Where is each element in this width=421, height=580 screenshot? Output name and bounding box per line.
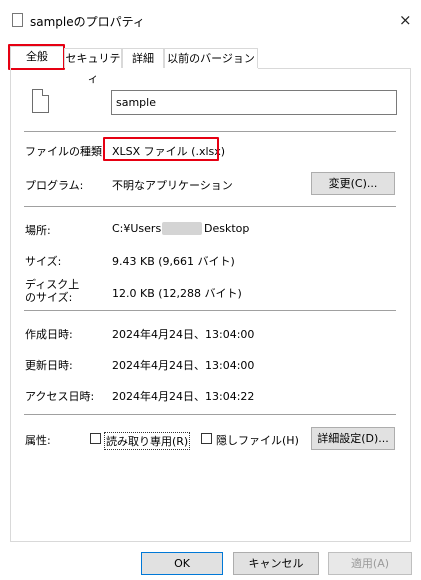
window-title: sampleのプロパティ [30,15,145,29]
tab-general-highlight [8,44,65,70]
size-label: サイズ: [25,255,62,268]
program-label: プログラム: [25,179,84,192]
close-icon[interactable]: × [399,11,412,29]
readonly-checkbox[interactable] [90,433,101,444]
location-suffix: Desktop [204,222,250,235]
created-value: 2024年4月24日、13:04:00 [112,328,255,341]
modified-value: 2024年4月24日、13:04:00 [112,359,255,372]
redacted-username [162,222,202,235]
document-icon [12,13,23,27]
tab-details[interactable]: 詳細 [122,48,164,68]
location-prefix: C:¥Users [112,222,162,235]
created-label: 作成日時: [25,328,73,341]
modified-label: 更新日時: [25,359,73,372]
change-button[interactable]: 変更(C)... [311,172,395,195]
file-document-icon [32,89,49,113]
ok-button[interactable]: OK [141,552,223,575]
accessed-value: 2024年4月24日、13:04:22 [112,390,255,403]
advanced-button[interactable]: 詳細設定(D)... [311,427,395,450]
tab-details-label: 詳細 [132,52,154,65]
tab-previous-versions-label: 以前のバージョン [167,52,255,65]
hidden-checkbox[interactable] [201,433,212,444]
attributes-label: 属性: [25,434,51,447]
disk-size-label-line2: のサイズ: [25,291,73,304]
disk-size-value: 12.0 KB (12,288 バイト) [112,287,242,300]
file-type-highlight [103,137,219,161]
size-value: 9.43 KB (9,661 バイト) [112,255,235,268]
disk-size-label-line1: ディスク上 [25,278,80,291]
file-type-label: ファイルの種類: [25,145,106,158]
divider [24,414,396,415]
readonly-label[interactable]: 読み取り専用(R) [104,432,191,450]
tab-security[interactable]: セキュリティ [64,48,122,85]
file-name-input[interactable]: sample [111,90,397,115]
cancel-button[interactable]: キャンセル [233,552,319,575]
accessed-label: アクセス日時: [25,390,95,403]
divider [24,206,396,207]
divider [24,131,396,132]
location-label: 場所: [25,224,51,237]
divider [24,310,396,311]
hidden-label[interactable]: 隠しファイル(H) [216,432,299,448]
program-value: 不明なアプリケーション [112,179,233,192]
disk-size-label: ディスク上 のサイズ: [25,278,79,304]
tab-previous-versions[interactable]: 以前のバージョン [164,48,258,68]
apply-button[interactable]: 適用(A) [328,552,412,575]
